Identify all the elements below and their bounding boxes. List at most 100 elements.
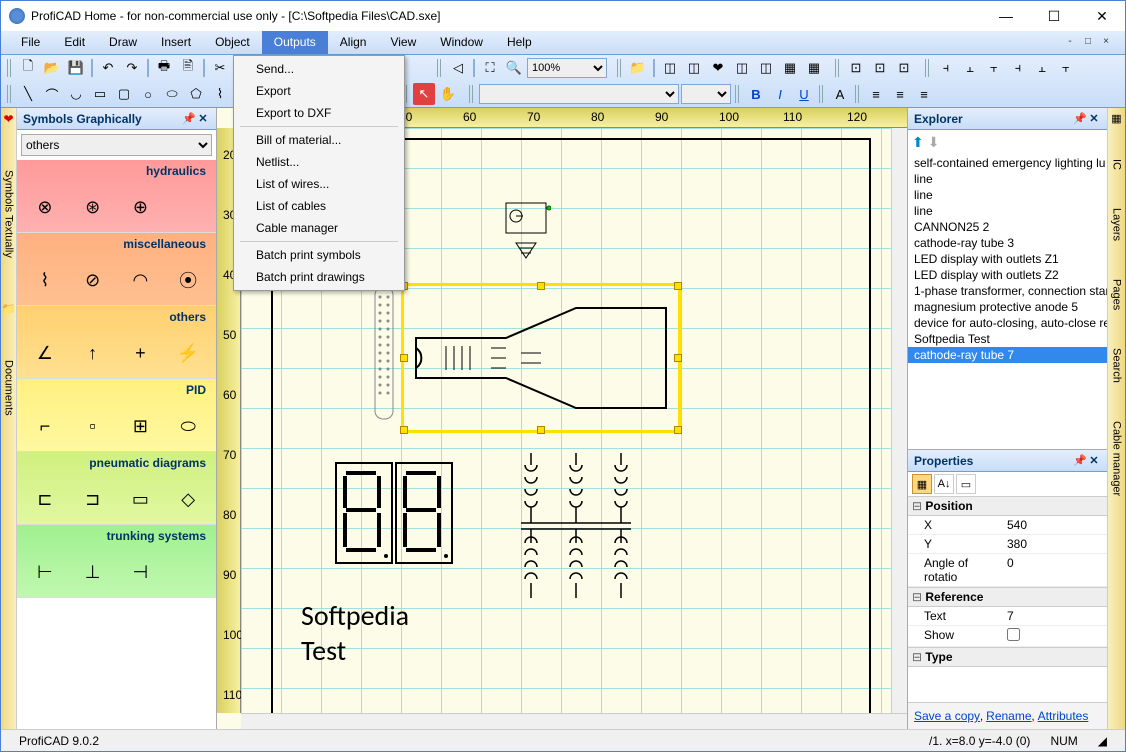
- curve-tool[interactable]: ⌒: [41, 83, 63, 105]
- open-button[interactable]: 📂: [41, 57, 63, 79]
- align-right-button[interactable]: ⫟: [983, 57, 1005, 79]
- zoom-button[interactable]: 🔍: [503, 57, 525, 79]
- right-tab-ic[interactable]: IC: [1111, 155, 1123, 174]
- prop-alpha-button[interactable]: A↓: [934, 474, 954, 494]
- print-preview-button[interactable]: 🖹: [177, 57, 199, 79]
- explorer-item[interactable]: line: [908, 171, 1107, 187]
- explorer-item[interactable]: CANNON25 2: [908, 219, 1107, 235]
- polygon-tool[interactable]: ⬠: [185, 83, 207, 105]
- ellipse-tool[interactable]: ○: [137, 83, 159, 105]
- heart-icon[interactable]: ❤: [3, 112, 13, 126]
- menu-item[interactable]: Batch print drawings: [236, 266, 402, 288]
- bold-button[interactable]: B: [745, 83, 767, 105]
- cut-button[interactable]: ✂: [209, 57, 231, 79]
- category-trunking-systems[interactable]: trunking systems⊢⊥⊣: [17, 525, 216, 598]
- link-save-copy[interactable]: Save a copy: [914, 709, 980, 723]
- prop-group[interactable]: Type: [908, 647, 1107, 667]
- toolbar-grip[interactable]: [735, 85, 741, 103]
- menu-item[interactable]: Send...: [236, 58, 402, 80]
- text-color-button[interactable]: A: [829, 83, 851, 105]
- left-tab-documents[interactable]: Documents: [3, 356, 15, 420]
- group3-button[interactable]: ⊡: [893, 57, 915, 79]
- print-button[interactable]: 🖶: [153, 57, 175, 79]
- align-bottom-button[interactable]: ⫟: [1055, 57, 1077, 79]
- palette6-button[interactable]: ▦: [803, 57, 825, 79]
- prop-row[interactable]: Y380: [908, 535, 1107, 554]
- italic-button[interactable]: I: [769, 83, 791, 105]
- symbol-thumb[interactable]: ⬭: [173, 411, 203, 441]
- symbol-thumb[interactable]: ⊐: [78, 484, 108, 514]
- category-hydraulics[interactable]: hydraulics⊗⊛⊕: [17, 160, 216, 233]
- toolbar-grip[interactable]: [835, 59, 841, 77]
- menu-item[interactable]: Netlist...: [236, 151, 402, 173]
- toolbar-grip[interactable]: [819, 85, 825, 103]
- redo-button[interactable]: ↷: [121, 57, 143, 79]
- explorer-item[interactable]: Softpedia Test: [908, 331, 1107, 347]
- menu-align[interactable]: Align: [328, 31, 379, 54]
- symbol-thumb[interactable]: ∠: [30, 338, 60, 368]
- menu-item[interactable]: Cable manager: [236, 217, 402, 239]
- right-tab-search[interactable]: Search: [1111, 344, 1123, 387]
- favorites-button[interactable]: ❤: [707, 57, 729, 79]
- prop-checkbox[interactable]: [1007, 628, 1020, 641]
- text-align-left-button[interactable]: ≡: [865, 83, 887, 105]
- right-tab-pages[interactable]: Pages: [1111, 275, 1123, 314]
- polyline-tool[interactable]: ⌇: [209, 83, 231, 105]
- pointer-tool[interactable]: ↖: [413, 83, 435, 105]
- align-middle-button[interactable]: ⫠: [1031, 57, 1053, 79]
- link-attributes[interactable]: Attributes: [1038, 709, 1089, 723]
- toolbar-grip[interactable]: [925, 59, 931, 77]
- canvas-symbol-connector[interactable]: [369, 283, 399, 423]
- new-button[interactable]: 🗋: [17, 57, 39, 79]
- pin-icon[interactable]: 📌: [182, 112, 196, 125]
- toolbar-grip[interactable]: [7, 85, 13, 103]
- toolbar-grip[interactable]: [855, 85, 861, 103]
- category-miscellaneous[interactable]: miscellaneous⌇⊘◠⦿: [17, 233, 216, 306]
- status-resize-grip[interactable]: ◢: [1088, 734, 1117, 748]
- symbol-thumb[interactable]: ◇: [173, 484, 203, 514]
- horizontal-scrollbar[interactable]: [241, 713, 907, 729]
- canvas-symbol-lighting[interactable]: [501, 198, 551, 268]
- prop-row[interactable]: X540: [908, 516, 1107, 535]
- menu-insert[interactable]: Insert: [149, 31, 203, 54]
- mdi-minimize-icon[interactable]: -: [1063, 36, 1077, 50]
- symbol-thumb[interactable]: ⌇: [30, 265, 60, 295]
- align-top-button[interactable]: ⫞: [1007, 57, 1029, 79]
- symbol-thumb[interactable]: ⚡: [173, 338, 203, 368]
- prop-pages-button[interactable]: ▭: [956, 474, 976, 494]
- ic-icon[interactable]: ▦: [1111, 112, 1121, 125]
- panel-close-icon[interactable]: ✕: [1087, 112, 1101, 125]
- palette4-button[interactable]: ◫: [755, 57, 777, 79]
- symbol-thumb[interactable]: ⊛: [78, 192, 108, 222]
- menu-item[interactable]: Export: [236, 80, 402, 102]
- line-tool[interactable]: ╲: [17, 83, 39, 105]
- save-button[interactable]: 💾: [65, 57, 87, 79]
- symbol-thumb[interactable]: [173, 557, 203, 587]
- folder-icon[interactable]: 📁: [1, 302, 16, 316]
- toolbar-grip[interactable]: [437, 59, 443, 77]
- prop-categorized-button[interactable]: ▦: [912, 474, 932, 494]
- explorer-item[interactable]: magnesium protective anode 5: [908, 299, 1107, 315]
- symbol-thumb[interactable]: ⊘: [78, 265, 108, 295]
- symbol-thumb[interactable]: ⊕: [125, 192, 155, 222]
- symbol-thumb[interactable]: +: [125, 338, 155, 368]
- right-tab-cable-manager[interactable]: Cable manager: [1111, 417, 1123, 500]
- prop-group[interactable]: Position: [908, 496, 1107, 516]
- category-PID[interactable]: PID⌐▫⊞⬭: [17, 379, 216, 452]
- maximize-button[interactable]: ☐: [1039, 8, 1069, 25]
- symbol-thumb[interactable]: ⊗: [30, 192, 60, 222]
- palette3-button[interactable]: ◫: [731, 57, 753, 79]
- menu-edit[interactable]: Edit: [52, 31, 97, 54]
- nav-up-icon[interactable]: ⬆: [912, 134, 924, 151]
- align-center-button[interactable]: ⫠: [959, 57, 981, 79]
- pan-tool[interactable]: ✋: [437, 83, 459, 105]
- folder-button[interactable]: 📁: [627, 57, 649, 79]
- symbol-thumb[interactable]: ⊣: [125, 557, 155, 587]
- menu-view[interactable]: View: [378, 31, 428, 54]
- explorer-item[interactable]: self-contained emergency lighting lu: [908, 155, 1107, 171]
- explorer-item[interactable]: cathode-ray tube 3: [908, 235, 1107, 251]
- undo-button[interactable]: ↶: [97, 57, 119, 79]
- canvas-symbol-crt[interactable]: [406, 298, 676, 418]
- text-align-center-button[interactable]: ≡: [889, 83, 911, 105]
- explorer-item[interactable]: device for auto-closing, auto-close re: [908, 315, 1107, 331]
